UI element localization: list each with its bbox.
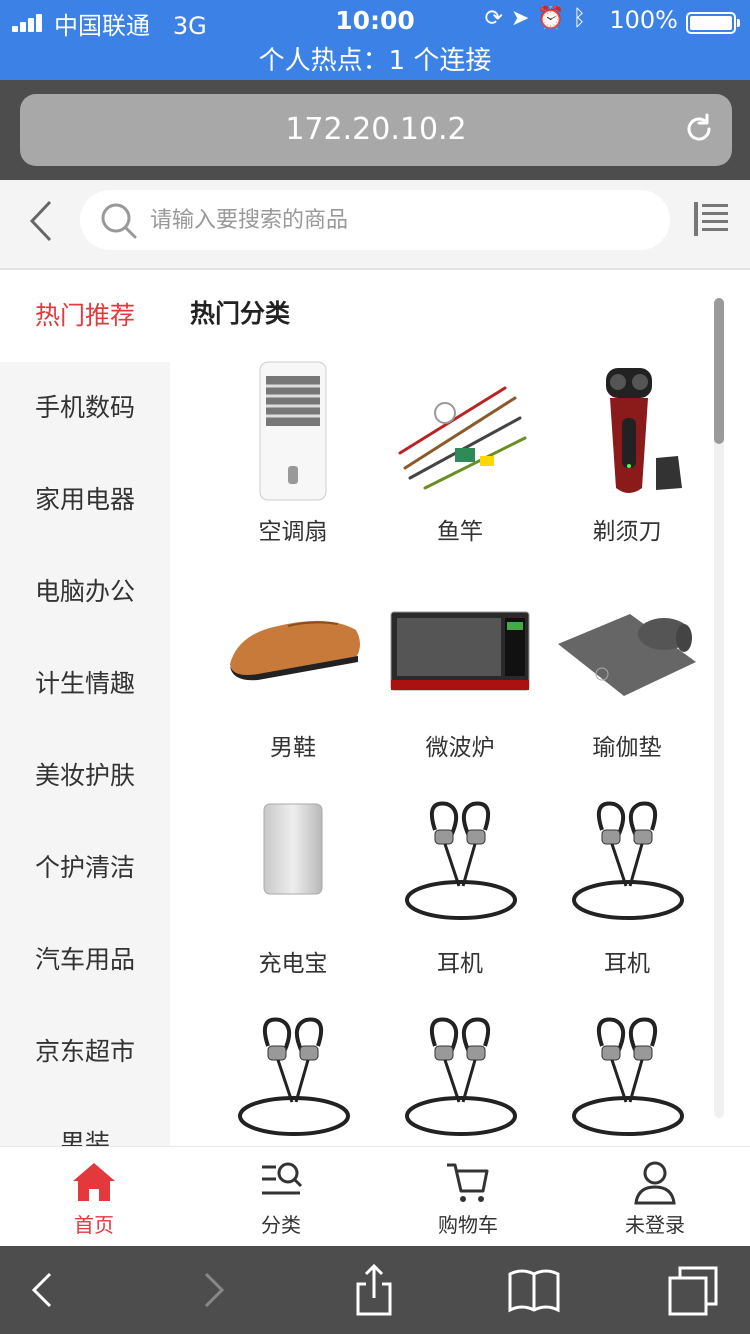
- fishing-rod-image: [398, 386, 527, 490]
- product-item[interactable]: 空调扇: [210, 358, 376, 574]
- tab-label: 分类: [261, 1213, 301, 1237]
- menu-list-icon[interactable]: [692, 200, 730, 238]
- address-bar[interactable]: 172.20.10.2: [20, 94, 732, 166]
- search-input[interactable]: [150, 200, 650, 240]
- back-arrow-icon[interactable]: [26, 198, 56, 244]
- product-item[interactable]: 耳机: [544, 790, 710, 1006]
- sidebar-item-auto[interactable]: 汽车用品: [0, 914, 170, 1006]
- sidebar-item-supermarket[interactable]: 京东超市: [0, 1006, 170, 1098]
- earphones-image: [572, 1017, 684, 1136]
- section-title: 热门分类: [190, 299, 291, 328]
- product-item[interactable]: [210, 1006, 376, 1146]
- microwave-image: [390, 611, 530, 691]
- tabs-icon[interactable]: [666, 1262, 722, 1318]
- shaver-image: [606, 368, 682, 493]
- product-item[interactable]: 剃须刀: [544, 358, 710, 574]
- product-item[interactable]: 瑜伽垫: [544, 574, 710, 790]
- product-item[interactable]: [544, 1006, 710, 1146]
- product-item[interactable]: [377, 1006, 543, 1146]
- sidebar-item-computers[interactable]: 电脑办公: [0, 546, 170, 638]
- bookmarks-icon[interactable]: [506, 1262, 562, 1318]
- user-icon: [634, 1161, 676, 1205]
- url-text[interactable]: 172.20.10.2: [20, 112, 732, 147]
- cart-icon: [447, 1163, 489, 1202]
- rotation-lock-icon: ⟳: [484, 6, 511, 31]
- yoga-mat-image: [558, 614, 696, 696]
- product-item[interactable]: 微波炉: [377, 574, 543, 790]
- earphones-image: [405, 1017, 517, 1136]
- tab-category[interactable]: 分类: [187, 1147, 375, 1247]
- app-header: [0, 180, 750, 270]
- tab-label: 购物车: [438, 1213, 498, 1237]
- scrollbar-thumb[interactable]: [714, 298, 724, 444]
- product-label: 耳机: [437, 951, 483, 977]
- earphones-image: [405, 801, 517, 920]
- status-bar: 中国联通 3G 10:00 ⟳➤⏰ᛒ 100% 个人热点：1 个连接: [0, 0, 750, 80]
- alarm-icon: ⏰: [537, 6, 573, 31]
- bottom-tab-bar: 首页 分类 购物车 未登录: [0, 1146, 750, 1246]
- tab-cart[interactable]: 购物车: [374, 1147, 562, 1247]
- product-label: 剃须刀: [592, 519, 662, 545]
- product-label: 空调扇: [258, 519, 328, 545]
- product-panel: 热门分类 空调扇 鱼竿 剃须刀 男鞋 微波炉 瑜伽垫 充电宝 耳机 耳机: [170, 270, 750, 1146]
- air-cooler-image: [259, 361, 327, 501]
- category-search-icon: [262, 1162, 303, 1195]
- tab-label: 未登录: [625, 1213, 685, 1237]
- sidebar-item-phones[interactable]: 手机数码: [0, 362, 170, 454]
- product-label: 耳机: [604, 951, 650, 977]
- battery-percentage: 100%: [609, 6, 678, 34]
- product-label: 瑜伽垫: [592, 735, 662, 761]
- search-icon: [101, 203, 137, 239]
- sidebar-item-beauty[interactable]: 美妆护肤: [0, 730, 170, 822]
- product-item[interactable]: 鱼竿: [377, 358, 543, 574]
- reload-icon[interactable]: [682, 112, 716, 146]
- tab-home[interactable]: 首页: [0, 1147, 188, 1247]
- mens-shoe-image: [230, 620, 360, 681]
- sidebar-item-appliances[interactable]: 家用电器: [0, 454, 170, 546]
- sidebar-item-hot[interactable]: 热门推荐: [0, 270, 170, 362]
- sidebar-item-menswear[interactable]: 男装: [0, 1098, 170, 1146]
- sidebar-item-personal-care[interactable]: 个护清洁: [0, 822, 170, 914]
- earphones-image: [238, 1017, 350, 1136]
- bluetooth-icon: ᛒ: [572, 6, 594, 31]
- earphones-image: [572, 801, 684, 920]
- product-item[interactable]: 男鞋: [210, 574, 376, 790]
- browser-address-area: 172.20.10.2: [0, 80, 750, 180]
- power-bank-image: [263, 803, 323, 895]
- product-label: 充电宝: [258, 951, 328, 977]
- search-box[interactable]: [80, 190, 670, 250]
- battery-icon: [686, 12, 740, 34]
- hotspot-banner[interactable]: 个人热点：1 个连接: [0, 40, 750, 77]
- share-icon[interactable]: [346, 1262, 402, 1318]
- product-item[interactable]: 耳机: [377, 790, 543, 1006]
- vertical-scrollbar[interactable]: [714, 298, 724, 1118]
- category-sidebar: 热门推荐 手机数码 家用电器 电脑办公 计生情趣 美妆护肤 个护清洁 汽车用品 …: [0, 270, 170, 1146]
- product-label: 鱼竿: [437, 519, 483, 545]
- browser-back-icon[interactable]: [16, 1262, 72, 1318]
- sidebar-item-adult[interactable]: 计生情趣: [0, 638, 170, 730]
- tab-label: 首页: [74, 1213, 114, 1237]
- product-label: 微波炉: [425, 735, 495, 761]
- browser-toolbar: [0, 1246, 750, 1334]
- system-icons: ⟳➤⏰ᛒ: [485, 6, 594, 31]
- home-icon: [73, 1163, 115, 1201]
- product-item[interactable]: 充电宝: [210, 790, 376, 1006]
- product-label: 男鞋: [270, 735, 316, 761]
- tab-account[interactable]: 未登录: [561, 1147, 749, 1247]
- browser-forward-icon[interactable]: [184, 1262, 240, 1318]
- location-icon: ➤: [510, 6, 538, 31]
